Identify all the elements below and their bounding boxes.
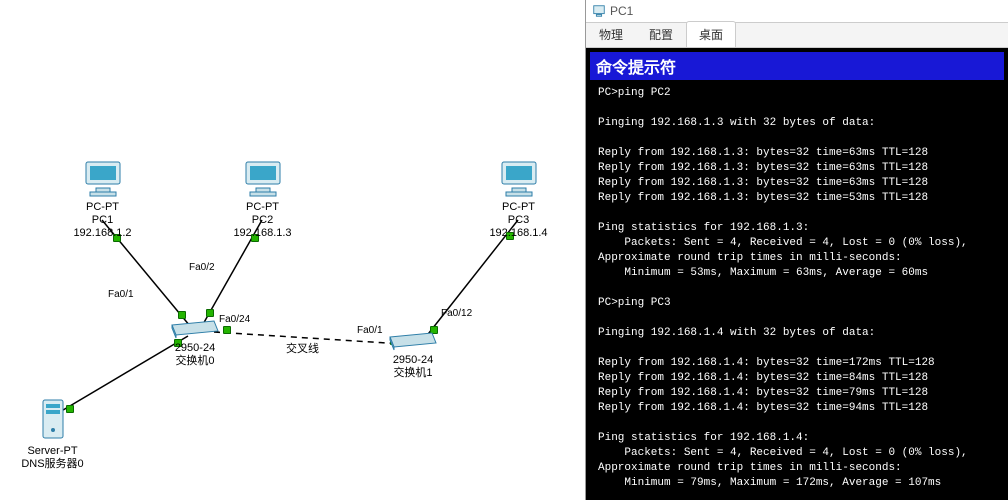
device-type: Server-PT — [27, 445, 77, 457]
server-icon — [37, 398, 69, 442]
pc-icon — [82, 160, 124, 198]
switch-icon — [388, 331, 438, 351]
command-prompt-title: 命令提示符 — [590, 52, 1004, 80]
port-label: Fa0/2 — [189, 262, 215, 273]
device-pc3[interactable]: PC-PTPC3192.168.1.4 — [476, 160, 561, 240]
device-id: 交换机1 — [393, 367, 432, 379]
port-label: Fa0/24 — [219, 314, 250, 325]
window-title: PC1 — [610, 4, 633, 18]
device-ip: 192.168.1.2 — [73, 227, 131, 239]
device-model: 2950-24 — [175, 342, 215, 354]
tab-desktop[interactable]: 桌面 — [686, 21, 736, 47]
device-switch0[interactable]: 2950-24交换机0 — [160, 319, 230, 368]
app-icon — [592, 4, 606, 18]
link-led — [178, 311, 186, 319]
device-model: 2950-24 — [393, 354, 433, 366]
device-id: PC1 — [92, 214, 113, 226]
device-pc1[interactable]: PC-PTPC1192.168.1.2 — [60, 160, 145, 240]
device-id: PC3 — [508, 214, 529, 226]
device-type: PC-PT — [502, 201, 535, 213]
device-id: PC2 — [252, 214, 273, 226]
device-ip: 192.168.1.3 — [233, 227, 291, 239]
window-titlebar[interactable]: PC1 — [586, 0, 1008, 23]
link-led — [206, 309, 214, 317]
tab-bar: 物理 配置 桌面 — [586, 23, 1008, 48]
port-label: Fa0/12 — [441, 308, 472, 319]
device-type: PC-PT — [86, 201, 119, 213]
topology-canvas[interactable]: PC-PTPC1192.168.1.2 PC-PTPC2192.168.1.3 … — [0, 0, 585, 500]
pc-icon — [242, 160, 284, 198]
device-id: DNS服务器0 — [21, 458, 83, 470]
device-id: 交换机0 — [175, 355, 214, 367]
device-pc2[interactable]: PC-PTPC2192.168.1.3 — [220, 160, 305, 240]
switch-icon — [170, 319, 220, 339]
terminal-output[interactable]: PC>ping PC2 Pinging 192.168.1.3 with 32 … — [590, 80, 1004, 496]
crossover-label: 交叉线 — [286, 340, 319, 356]
tab-physical[interactable]: 物理 — [586, 21, 636, 47]
pc-config-window: PC1 物理 配置 桌面 命令提示符 PC>ping PC2 Pinging 1… — [585, 0, 1008, 500]
tab-config[interactable]: 配置 — [636, 21, 686, 47]
device-server[interactable]: Server-PTDNS服务器0 — [10, 398, 95, 471]
device-type: PC-PT — [246, 201, 279, 213]
device-ip: 192.168.1.4 — [489, 227, 547, 239]
device-switch1[interactable]: 2950-24交换机1 — [378, 331, 448, 380]
port-label: Fa0/1 — [357, 325, 383, 336]
pc-icon — [498, 160, 540, 198]
port-label: Fa0/1 — [108, 289, 134, 300]
